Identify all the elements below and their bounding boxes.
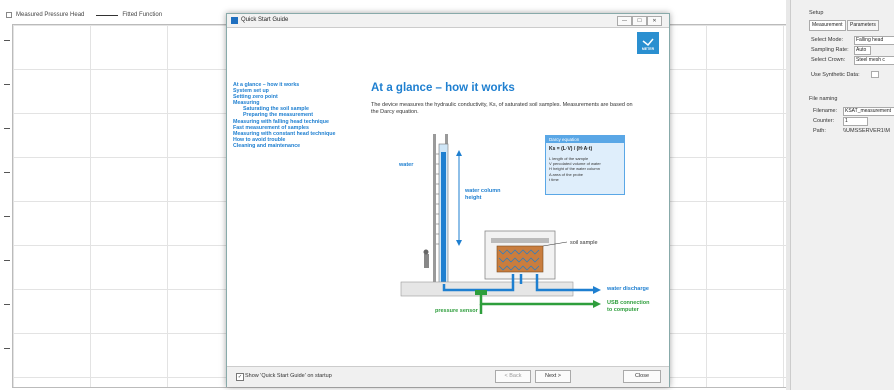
path-label: Path: (813, 128, 826, 134)
next-button[interactable]: Next > (535, 370, 571, 383)
dialog-footer: ✓ Show 'Quick Start Guide' on startup < … (227, 366, 669, 387)
label-water-column: water column (465, 188, 501, 194)
plot-legend: Measured Pressure Head Fitted Function (6, 12, 162, 18)
height-arrow-head-top (456, 150, 462, 156)
use-synthetic-checkbox[interactable] (871, 71, 879, 78)
use-synthetic-label: Use Synthetic Data: (811, 72, 860, 78)
legend-measured-label: Measured Pressure Head (16, 12, 85, 18)
path-value[interactable]: \\UMSSERVER1\M (843, 128, 890, 134)
app-icon (231, 17, 238, 24)
height-arrow-head-bottom (456, 240, 462, 246)
back-button[interactable]: < Back (495, 370, 531, 383)
usb-arrow-icon (593, 300, 601, 308)
maximize-button[interactable]: ☐ (632, 16, 647, 26)
y-tick (4, 128, 10, 129)
page-heading: At a glance – how it works (371, 82, 515, 94)
y-tick (4, 40, 10, 41)
intro-text: The device measures the hydraulic conduc… (371, 102, 633, 115)
label-soil-sample: soil sample (570, 240, 598, 246)
toc-item[interactable]: Cleaning and maintenance (233, 143, 373, 149)
darcy-legend: L length of the sample V percolated volu… (549, 156, 601, 182)
y-tick (4, 304, 10, 305)
close-window-button[interactable]: ✕ (647, 16, 662, 26)
select-crown-label: Select Crown: (811, 57, 846, 63)
dialog-content: METER At a glance – how it works System s… (227, 28, 669, 367)
show-on-startup-checkbox[interactable]: ✓ (236, 373, 244, 381)
quick-start-dialog: Quick Start Guide — ☐ ✕ METER At a glanc… (226, 13, 670, 387)
label-usb-to-computer: to computer (607, 307, 639, 313)
crank-handle (424, 254, 429, 268)
stand-pole-left (433, 134, 436, 284)
file-naming-group-title: File naming (809, 96, 838, 102)
brand-logo: METER (637, 32, 659, 54)
scale-ticks (436, 153, 439, 245)
pressure-sensor-block (475, 290, 487, 295)
settings-panel: Setup Measurement Parameters Select Mode… (790, 0, 894, 390)
setup-group-title: Setup (809, 10, 824, 16)
housing-lid (491, 238, 549, 243)
y-tick (4, 260, 10, 261)
table-of-contents: At a glance – how it works System set up S… (233, 82, 373, 149)
dialog-titlebar[interactable]: Quick Start Guide — ☐ ✕ (227, 14, 669, 28)
water-column-fill (441, 152, 446, 284)
legend-fitted-label: Fitted Function (122, 12, 163, 18)
legend-line-icon (96, 14, 119, 16)
select-mode-dropdown[interactable]: Falling head (854, 36, 894, 45)
y-tick (4, 172, 10, 173)
darcy-formula: Ks = (L·V) / (H·A·t) (549, 146, 593, 152)
select-mode-label: Select Mode: (811, 37, 844, 43)
label-water: water (399, 162, 414, 168)
y-tick (4, 216, 10, 217)
label-pressure-sensor: pressure sensor (435, 308, 478, 314)
tab-parameters[interactable]: Parameters (847, 20, 879, 31)
soil-sample (496, 245, 544, 273)
sampling-rate-label: Sampling Rate: (811, 47, 849, 53)
crank-knob (423, 249, 429, 255)
y-tick (4, 84, 10, 85)
darcy-title: Darcy equation (546, 136, 624, 143)
filename-input[interactable]: KSAT_measurement (843, 107, 894, 116)
label-usb-connection: USB connection (607, 300, 650, 306)
usb-cable (479, 295, 595, 314)
filename-label: Filename: (813, 108, 838, 114)
select-crown-dropdown[interactable]: Steel mesh c (854, 56, 894, 65)
brand-logo-text: METER (641, 47, 655, 51)
label-water-discharge: water discharge (607, 286, 649, 292)
tab-measurement[interactable]: Measurement (809, 20, 846, 31)
show-on-startup-label[interactable]: Show 'Quick Start Guide' on startup (245, 373, 332, 379)
darcy-legend-item: H height of the water column (549, 166, 600, 172)
y-tick (4, 348, 10, 349)
darcy-equation-box: Darcy equation Ks = (L·V) / (H·A·t) L le… (545, 135, 625, 195)
minimize-button[interactable]: — (617, 16, 632, 26)
counter-stepper[interactable]: 1 (843, 117, 868, 126)
counter-label: Counter: (813, 118, 835, 124)
sampling-rate-select[interactable]: Auto (854, 46, 871, 55)
dialog-title: Quick Start Guide (241, 17, 289, 23)
legend-marker-icon (6, 12, 12, 18)
discharge-arrow-icon (593, 286, 601, 294)
close-button[interactable]: Close (623, 370, 661, 383)
label-water-column-height: height (465, 195, 482, 201)
darcy-legend-item: t time (549, 176, 559, 182)
